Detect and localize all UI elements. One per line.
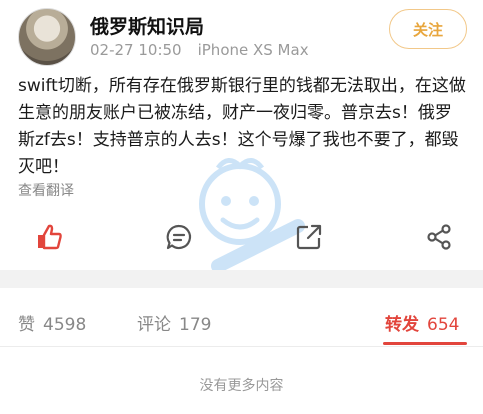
post-time: 02-27 10:50 bbox=[90, 41, 182, 59]
action-bar bbox=[0, 218, 483, 258]
post-device: iPhone XS Max bbox=[197, 41, 309, 59]
stats-divider bbox=[0, 346, 483, 347]
reposts-count: 654 bbox=[427, 315, 460, 335]
comments-tab[interactable]: 评论 179 bbox=[137, 310, 211, 335]
section-divider bbox=[0, 270, 483, 288]
more-share-icon[interactable] bbox=[424, 222, 454, 252]
likes-count: 4598 bbox=[43, 315, 87, 335]
no-more-content: 没有更多内容 bbox=[199, 378, 284, 394]
reposts-label: 转发 bbox=[385, 315, 419, 335]
likes-label: 赞 bbox=[18, 315, 35, 335]
likes-tab[interactable]: 赞 4598 bbox=[18, 310, 86, 335]
follow-button[interactable]: 关注 bbox=[389, 9, 467, 49]
avatar[interactable] bbox=[18, 8, 76, 66]
comments-count: 179 bbox=[179, 315, 212, 335]
reposts-tab[interactable]: 转发 654 bbox=[385, 310, 459, 335]
stats-bar: 赞 4598 评论 179 转发 654 bbox=[0, 300, 483, 340]
post-text: swift切断，所有存在俄罗斯银行里的钱都无法取出，在这做生意的朋友账户已被冻结… bbox=[18, 76, 466, 177]
post-header: 俄罗斯知识局 02-27 10:50 iPhone XS Max 关注 bbox=[0, 0, 483, 70]
like-icon[interactable] bbox=[34, 222, 64, 252]
translate-link[interactable]: 查看翻译 bbox=[18, 180, 74, 200]
post-meta: 02-27 10:50 iPhone XS Max bbox=[90, 41, 309, 59]
active-tab-indicator bbox=[383, 342, 467, 345]
comments-label: 评论 bbox=[137, 315, 171, 335]
username[interactable]: 俄罗斯知识局 bbox=[90, 12, 204, 39]
comment-icon[interactable] bbox=[164, 222, 194, 252]
share-icon[interactable] bbox=[294, 222, 324, 252]
